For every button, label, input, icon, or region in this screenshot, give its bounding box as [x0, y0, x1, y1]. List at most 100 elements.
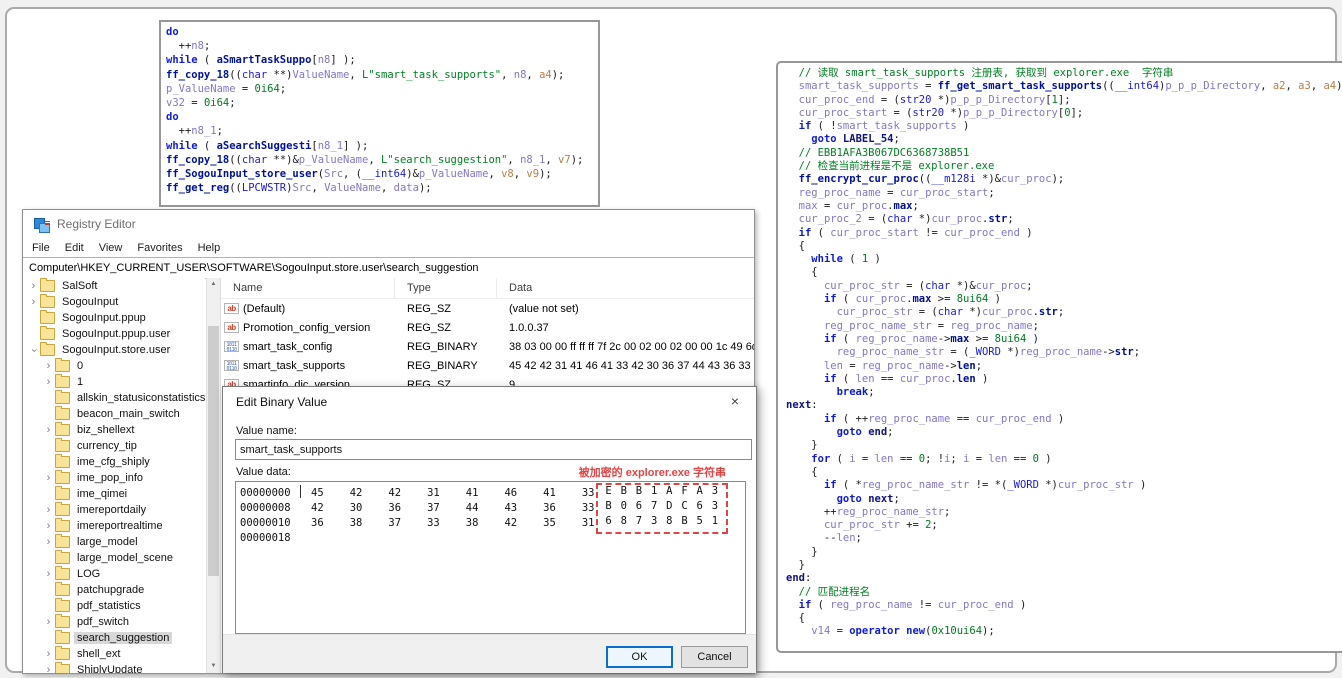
column-header-data[interactable]: Data — [497, 278, 754, 298]
folder-icon — [40, 294, 55, 308]
folder-icon — [55, 454, 70, 468]
code-line: ++n8; — [166, 40, 211, 53]
code-line: cur_proc_str = (char *)cur_proc.str; — [836, 306, 1065, 319]
tree-item-label: biz_shellext — [77, 424, 135, 436]
registry-value-row[interactable]: 1011 0110 smart_task_supports REG_BINARY 45 … — [221, 356, 754, 375]
tree-item-search-suggestion[interactable]: search_suggestion — [23, 630, 205, 646]
tree-item-pdf-statistics[interactable]: pdf_statistics — [23, 598, 205, 614]
chevron-right-icon[interactable]: › — [42, 648, 55, 660]
chevron-down-icon[interactable]: › — [28, 344, 40, 357]
column-header-type[interactable]: Type — [395, 278, 497, 298]
menu-item-view[interactable]: View — [99, 242, 123, 254]
code-line: // 匹配进程名 — [786, 585, 871, 598]
hex-byte: 31 — [427, 486, 440, 499]
chevron-right-icon[interactable]: › — [27, 280, 40, 292]
chevron-right-icon[interactable]: › — [42, 520, 55, 532]
value-name: (Default) — [243, 302, 286, 315]
registry-title-bar[interactable]: Registry Editor — [23, 210, 754, 238]
tree-item-0[interactable]: › 0 — [23, 358, 205, 374]
tree-item-allskin-statusiconstatistics[interactable]: allskin_statusiconstatistics — [23, 390, 205, 406]
scroll-down-icon[interactable]: ▼ — [207, 660, 220, 673]
tree-item-beacon-main-switch[interactable]: beacon_main_switch — [23, 406, 205, 422]
tree-item-currency-tip[interactable]: currency_tip — [23, 438, 205, 454]
tree-scrollbar[interactable]: ▲ ▼ — [206, 278, 220, 673]
scrollbar-thumb[interactable] — [208, 326, 219, 576]
tree-item-imereportrealtime[interactable]: › imereportrealtime — [23, 518, 205, 534]
tree-item-label: ime_cfg_shiply — [77, 456, 150, 468]
cancel-button[interactable]: Cancel — [681, 646, 748, 668]
tree-item-label: ShiplyUpdate — [77, 664, 143, 673]
tree-item-sogouinput-ppup[interactable]: SogouInput.ppup — [23, 310, 205, 326]
tree-item-sogouinput-ppup-user[interactable]: SogouInput.ppup.user — [23, 326, 205, 342]
tree-item-patchupgrade[interactable]: patchupgrade — [23, 582, 205, 598]
value-type: REG_SZ — [407, 321, 452, 334]
code-line: goto LABEL_54; — [811, 133, 900, 146]
tree-item-shell-ext[interactable]: › shell_ext — [23, 646, 205, 662]
code-line: if ( cur_proc.max >= 8ui64 ) — [823, 293, 1001, 306]
tree-item-biz-shellext[interactable]: › biz_shellext — [23, 422, 205, 438]
tree-item-imereportdaily[interactable]: › imereportdaily — [23, 502, 205, 518]
chevron-right-icon[interactable]: › — [42, 472, 55, 484]
registry-value-row[interactable]: 1011 0110 smart_task_config REG_BINARY 38 03… — [221, 337, 754, 356]
chevron-right-icon[interactable]: › — [42, 504, 55, 516]
tree-item-large-model-scene[interactable]: large_model_scene — [23, 550, 205, 566]
code-line: next: — [786, 399, 818, 412]
tree-item-sogouinput[interactable]: › SogouInput — [23, 294, 205, 310]
tree-item-label: allskin_statusiconstatistics — [77, 392, 205, 404]
value-data-label: Value data: — [236, 466, 291, 478]
registry-value-row[interactable]: ab Promotion_config_version REG_SZ 1.0.0.37 — [221, 318, 754, 337]
address-bar[interactable]: Computer\HKEY_CURRENT_USER\SOFTWARE\Sogo… — [23, 258, 754, 279]
chevron-right-icon[interactable]: › — [42, 424, 55, 436]
chevron-right-icon[interactable]: › — [42, 360, 55, 372]
tree-item-ime-pop-info[interactable]: › ime_pop_info — [23, 470, 205, 486]
hex-byte: 35 — [543, 516, 556, 529]
folder-icon — [55, 534, 70, 548]
chevron-right-icon[interactable]: › — [42, 664, 55, 673]
tree-item-pdf-switch[interactable]: › pdf_switch — [23, 614, 205, 630]
tree-item-shiplyupdate[interactable]: › ShiplyUpdate — [23, 662, 205, 673]
regedit-app-icon — [34, 216, 50, 233]
chevron-right-icon[interactable]: › — [42, 376, 55, 388]
hex-byte: 42 — [311, 501, 324, 514]
hex-byte: 41 — [465, 486, 479, 499]
hex-editor[interactable]: 00000000 45 42 42 31 41 46 41 33 E B B 1 A F A 3 00000008… — [235, 481, 746, 634]
hex-byte: 36 — [543, 501, 556, 514]
chevron-right-icon[interactable]: › — [42, 568, 55, 580]
folder-icon — [40, 342, 55, 356]
tree-item-log[interactable]: › LOG — [23, 566, 205, 582]
tree-item-1[interactable]: › 1 — [23, 374, 205, 390]
close-icon[interactable]: × — [726, 393, 744, 409]
registry-tree: › SalSoft › SogouInput SogouInput.ppup SogouI… — [23, 278, 205, 673]
chevron-right-icon[interactable]: › — [42, 616, 55, 628]
chevron-right-icon[interactable]: › — [27, 296, 40, 308]
code-line: while ( aSmartTaskSuppo[n8] ); — [166, 54, 356, 67]
hex-byte: 41 — [543, 486, 556, 499]
tree-item-label: pdf_statistics — [77, 600, 141, 612]
tree-item-label: SalSoft — [62, 280, 98, 292]
menu-item-file[interactable]: File — [32, 242, 50, 254]
code-line: { — [786, 239, 805, 252]
folder-icon — [55, 630, 70, 644]
hex-byte: 30 — [349, 501, 363, 514]
tree-item-sogouinput-store-user[interactable]: › SogouInput.store.user — [23, 342, 205, 358]
ok-button[interactable]: OK — [606, 646, 673, 668]
value-data: 38 03 00 00 ff ff ff 7f 2c 00 02 00 02 0… — [509, 340, 754, 353]
menu-item-favorites[interactable]: Favorites — [137, 242, 182, 254]
registry-value-row[interactable]: ab (Default) REG_SZ (value not set) — [221, 299, 754, 318]
column-header-name[interactable]: Name — [221, 278, 395, 298]
chevron-right-icon[interactable]: › — [42, 536, 55, 548]
menu-item-edit[interactable]: Edit — [65, 242, 84, 254]
tree-item-ime-cfg-shiply[interactable]: ime_cfg_shiply — [23, 454, 205, 470]
scroll-up-icon[interactable]: ▲ — [207, 278, 220, 291]
code-line: end: — [786, 572, 812, 585]
tree-item-large-model[interactable]: › large_model — [23, 534, 205, 550]
tree-item-salsoft[interactable]: › SalSoft — [23, 278, 205, 294]
dialog-title-bar[interactable]: Edit Binary Value × — [223, 387, 756, 417]
code-line: break; — [836, 386, 875, 399]
hex-byte: 42 — [504, 516, 518, 529]
code-line: --len; — [786, 532, 862, 545]
menu-bar: File Edit View Favorites Help — [23, 238, 754, 258]
value-name-input[interactable] — [235, 439, 752, 460]
menu-item-help[interactable]: Help — [198, 242, 221, 254]
tree-item-ime-qimei[interactable]: ime_qimei — [23, 486, 205, 502]
